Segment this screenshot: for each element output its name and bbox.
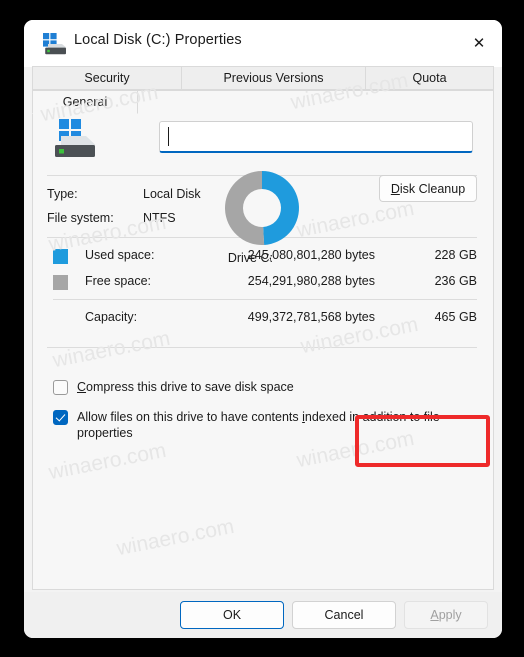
free-space-bytes: 254,291,980,288 bytes	[247, 274, 375, 288]
disk-cleanup-button[interactable]: Disk Cleanup	[379, 175, 477, 202]
compress-drive-label: Compress this drive to save disk space	[77, 380, 294, 394]
type-label: Type:	[47, 187, 78, 201]
disk-usage-donut-chart	[223, 169, 301, 247]
tab-row-1: Security Previous Versions Quota	[32, 66, 494, 90]
drive-windows-icon	[43, 33, 67, 55]
drive-caption: Drive C:	[227, 251, 273, 265]
checkbox-checked-icon[interactable]	[53, 410, 68, 425]
tab-quota[interactable]: Quota	[366, 66, 494, 90]
divider-3	[53, 299, 477, 300]
title-bar: Local Disk (C:) Properties ✕	[24, 20, 502, 67]
apply-label: Apply	[430, 608, 462, 622]
compress-drive-checkbox-row[interactable]: Compress this drive to save disk space	[53, 379, 477, 397]
screenshot-root: Local Disk (C:) Properties ✕ Security Pr…	[0, 0, 524, 657]
text-caret	[168, 127, 169, 146]
accel-char: C	[77, 380, 87, 394]
capacity-gb: 465 GB	[434, 310, 477, 324]
filesystem-label: File system:	[47, 211, 114, 225]
capacity-label: Capacity:	[85, 310, 138, 324]
tab-previous-versions[interactable]: Previous Versions	[182, 66, 366, 90]
general-tab-panel: Type: Local Disk File system: NTFS Used …	[32, 90, 494, 590]
ok-button[interactable]: OK	[180, 601, 284, 629]
capacity-bytes: 499,372,781,568 bytes	[247, 310, 375, 324]
accel-char: A	[430, 608, 439, 622]
dialog-footer: OK Cancel Apply	[24, 592, 502, 638]
accel-char: i	[302, 410, 305, 424]
cancel-button[interactable]: Cancel	[292, 601, 396, 629]
checkbox-unchecked-icon[interactable]	[53, 380, 68, 395]
filesystem-value: NTFS	[143, 211, 176, 225]
drive-windows-icon	[53, 119, 97, 159]
tab-security[interactable]: Security	[32, 66, 182, 90]
page-title: Local Disk (C:) Properties	[74, 32, 242, 48]
apply-button: Apply	[404, 601, 488, 629]
tab-general[interactable]: General	[32, 90, 138, 114]
donut-slice-free-space	[225, 171, 265, 245]
divider-4	[47, 347, 477, 348]
index-contents-checkbox-row[interactable]: Allow files on this drive to have conten…	[53, 409, 477, 443]
accel-char: D	[390, 181, 400, 196]
disk-cleanup-label: Disk Cleanup	[390, 181, 466, 196]
free-space-label: Free space:	[85, 274, 152, 288]
type-value: Local Disk	[143, 187, 201, 201]
close-icon[interactable]: ✕	[456, 20, 502, 67]
free-space-swatch	[53, 275, 68, 290]
donut-slice-used-space	[262, 171, 300, 245]
volume-header-row	[47, 117, 477, 165]
used-space-gb: 228 GB	[434, 248, 477, 262]
index-contents-label: Allow files on this drive to have conten…	[77, 410, 440, 440]
properties-dialog: Local Disk (C:) Properties ✕ Security Pr…	[24, 20, 502, 638]
free-space-gb: 236 GB	[434, 274, 477, 288]
volume-name-input[interactable]	[159, 121, 473, 153]
